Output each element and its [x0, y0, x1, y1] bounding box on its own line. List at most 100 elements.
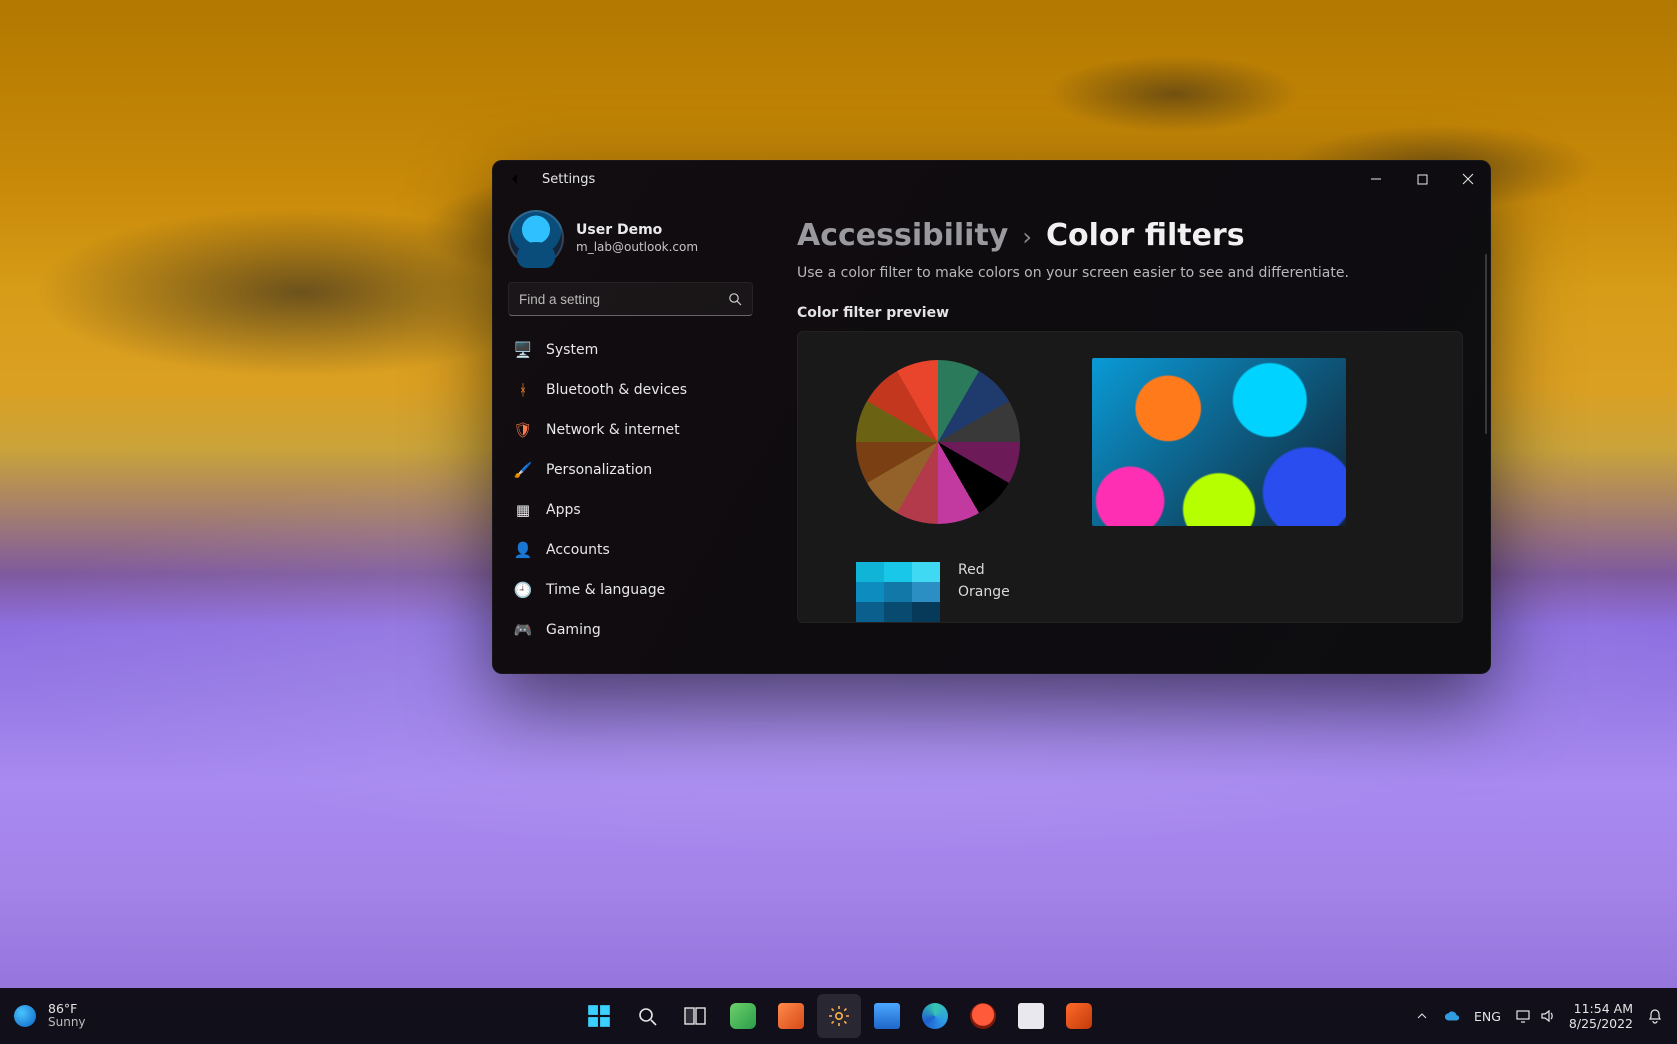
main-pane: Accessibility › Color filters Use a colo… [769, 198, 1491, 674]
taskbar-app-chat[interactable] [721, 994, 765, 1038]
sidebar-item-label: Personalization [546, 462, 652, 478]
color-name: Orange [958, 584, 1010, 600]
clock-time: 11:54 AM [1569, 1001, 1633, 1016]
sidebar-item-label: Network & internet [546, 422, 680, 438]
sidebar-item-label: Accounts [546, 542, 610, 558]
color-wheel-preview [856, 360, 1020, 524]
breadcrumb-parent[interactable]: Accessibility [797, 218, 1008, 253]
search-input[interactable] [519, 292, 728, 307]
chevron-right-icon: › [1022, 223, 1032, 251]
display-icon: 🖥️ [514, 341, 532, 359]
chevron-up-icon [1416, 1010, 1428, 1022]
arrow-left-icon [508, 172, 522, 186]
back-button[interactable] [500, 164, 530, 194]
window-controls [1353, 161, 1491, 197]
page-title: Color filters [1046, 218, 1245, 253]
sample-image-preview [1092, 358, 1346, 526]
titlebar: Settings [492, 160, 1491, 198]
taskbar-app-explorer[interactable] [865, 994, 909, 1038]
task-view-icon [684, 1007, 706, 1025]
sidebar-item-bluetooth[interactable]: ᚼ Bluetooth & devices [502, 370, 759, 410]
settings-window: Settings User Demo m_lab@outlook.com [492, 160, 1491, 674]
taskbar-center [577, 994, 1101, 1038]
office-icon [1066, 1003, 1092, 1029]
close-icon [1462, 173, 1474, 185]
taskbar-weather[interactable]: 86°F Sunny [0, 1002, 86, 1030]
sidebar-item-label: Bluetooth & devices [546, 382, 687, 398]
sidebar-item-label: Gaming [546, 622, 601, 638]
search-icon [728, 292, 742, 306]
person-icon: 👤 [514, 541, 532, 559]
task-view-button[interactable] [673, 994, 717, 1038]
taskbar-app-canary[interactable] [961, 994, 1005, 1038]
nav-list: 🖥️ System ᚼ Bluetooth & devices 🛡 Networ… [502, 330, 759, 650]
weather-icon [14, 1005, 36, 1027]
maximize-button[interactable] [1399, 161, 1445, 197]
cloud-icon [1444, 1010, 1460, 1022]
taskbar-app-people[interactable] [769, 994, 813, 1038]
network-icon [1515, 1008, 1531, 1024]
taskbar-app-settings[interactable] [817, 994, 861, 1038]
bluetooth-icon: ᚼ [514, 381, 532, 399]
apps-icon: ▦ [514, 501, 532, 519]
minimize-button[interactable] [1353, 161, 1399, 197]
folder-icon [874, 1003, 900, 1029]
section-heading: Color filter preview [797, 305, 1463, 321]
sidebar-item-network[interactable]: 🛡 Network & internet [502, 410, 759, 450]
taskbar: 86°F Sunny [0, 988, 1677, 1044]
close-button[interactable] [1445, 161, 1491, 197]
taskbar-app-mail[interactable] [1009, 994, 1053, 1038]
sidebar-item-system[interactable]: 🖥️ System [502, 330, 759, 370]
clock-icon: 🕘 [514, 581, 532, 599]
swatch-grid [856, 562, 940, 622]
sidebar-item-personalization[interactable]: 🖌️ Personalization [502, 450, 759, 490]
avatar [508, 210, 564, 266]
brush-icon: 🖌️ [514, 461, 532, 479]
onedrive-tray-icon[interactable] [1444, 1008, 1460, 1024]
gear-icon [827, 1004, 851, 1028]
system-tray[interactable] [1515, 1008, 1555, 1024]
edge-icon [922, 1003, 948, 1029]
breadcrumb: Accessibility › Color filters [797, 218, 1463, 253]
wifi-icon: 🛡 [514, 421, 532, 439]
color-name: Red [958, 562, 1010, 578]
weather-temp: 86°F [48, 1002, 86, 1016]
sidebar-item-time-language[interactable]: 🕘 Time & language [502, 570, 759, 610]
taskbar-app-office[interactable] [1057, 994, 1101, 1038]
taskbar-app-edge[interactable] [913, 994, 957, 1038]
bell-icon [1647, 1008, 1663, 1024]
profile-block[interactable]: User Demo m_lab@outlook.com [502, 206, 759, 282]
sidebar-item-label: Time & language [546, 582, 665, 598]
sidebar-item-apps[interactable]: ▦ Apps [502, 490, 759, 530]
chat-icon [730, 1003, 756, 1029]
mail-icon [1018, 1003, 1044, 1029]
user-name: User Demo [576, 222, 698, 238]
color-name-list: Red Orange [958, 562, 1010, 600]
search-icon [637, 1006, 657, 1026]
sidebar-item-label: System [546, 342, 598, 358]
minimize-icon [1370, 173, 1382, 185]
page-description: Use a color filter to make colors on you… [797, 265, 1463, 281]
clock-date: 8/25/2022 [1569, 1016, 1633, 1031]
user-email: m_lab@outlook.com [576, 240, 698, 254]
weather-condition: Sunny [48, 1016, 86, 1030]
edge-canary-icon [970, 1003, 996, 1029]
search-button[interactable] [625, 994, 669, 1038]
people-icon [778, 1003, 804, 1029]
sidebar-item-label: Apps [546, 502, 581, 518]
search-box[interactable] [508, 282, 753, 316]
windows-logo-icon [586, 1003, 612, 1029]
volume-icon [1539, 1008, 1555, 1024]
maximize-icon [1417, 174, 1428, 185]
window-title: Settings [542, 172, 595, 187]
taskbar-right: ENG 11:54 AM 8/25/2022 [1414, 1001, 1677, 1031]
sidebar: User Demo m_lab@outlook.com 🖥️ System ᚼ … [492, 198, 769, 674]
tray-overflow-button[interactable] [1414, 1008, 1430, 1024]
taskbar-clock[interactable]: 11:54 AM 8/25/2022 [1569, 1001, 1633, 1031]
color-filter-preview-card: Red Orange [797, 331, 1463, 623]
notifications-button[interactable] [1647, 1008, 1663, 1024]
language-indicator[interactable]: ENG [1474, 1009, 1501, 1024]
start-button[interactable] [577, 994, 621, 1038]
sidebar-item-accounts[interactable]: 👤 Accounts [502, 530, 759, 570]
sidebar-item-gaming[interactable]: 🎮 Gaming [502, 610, 759, 650]
